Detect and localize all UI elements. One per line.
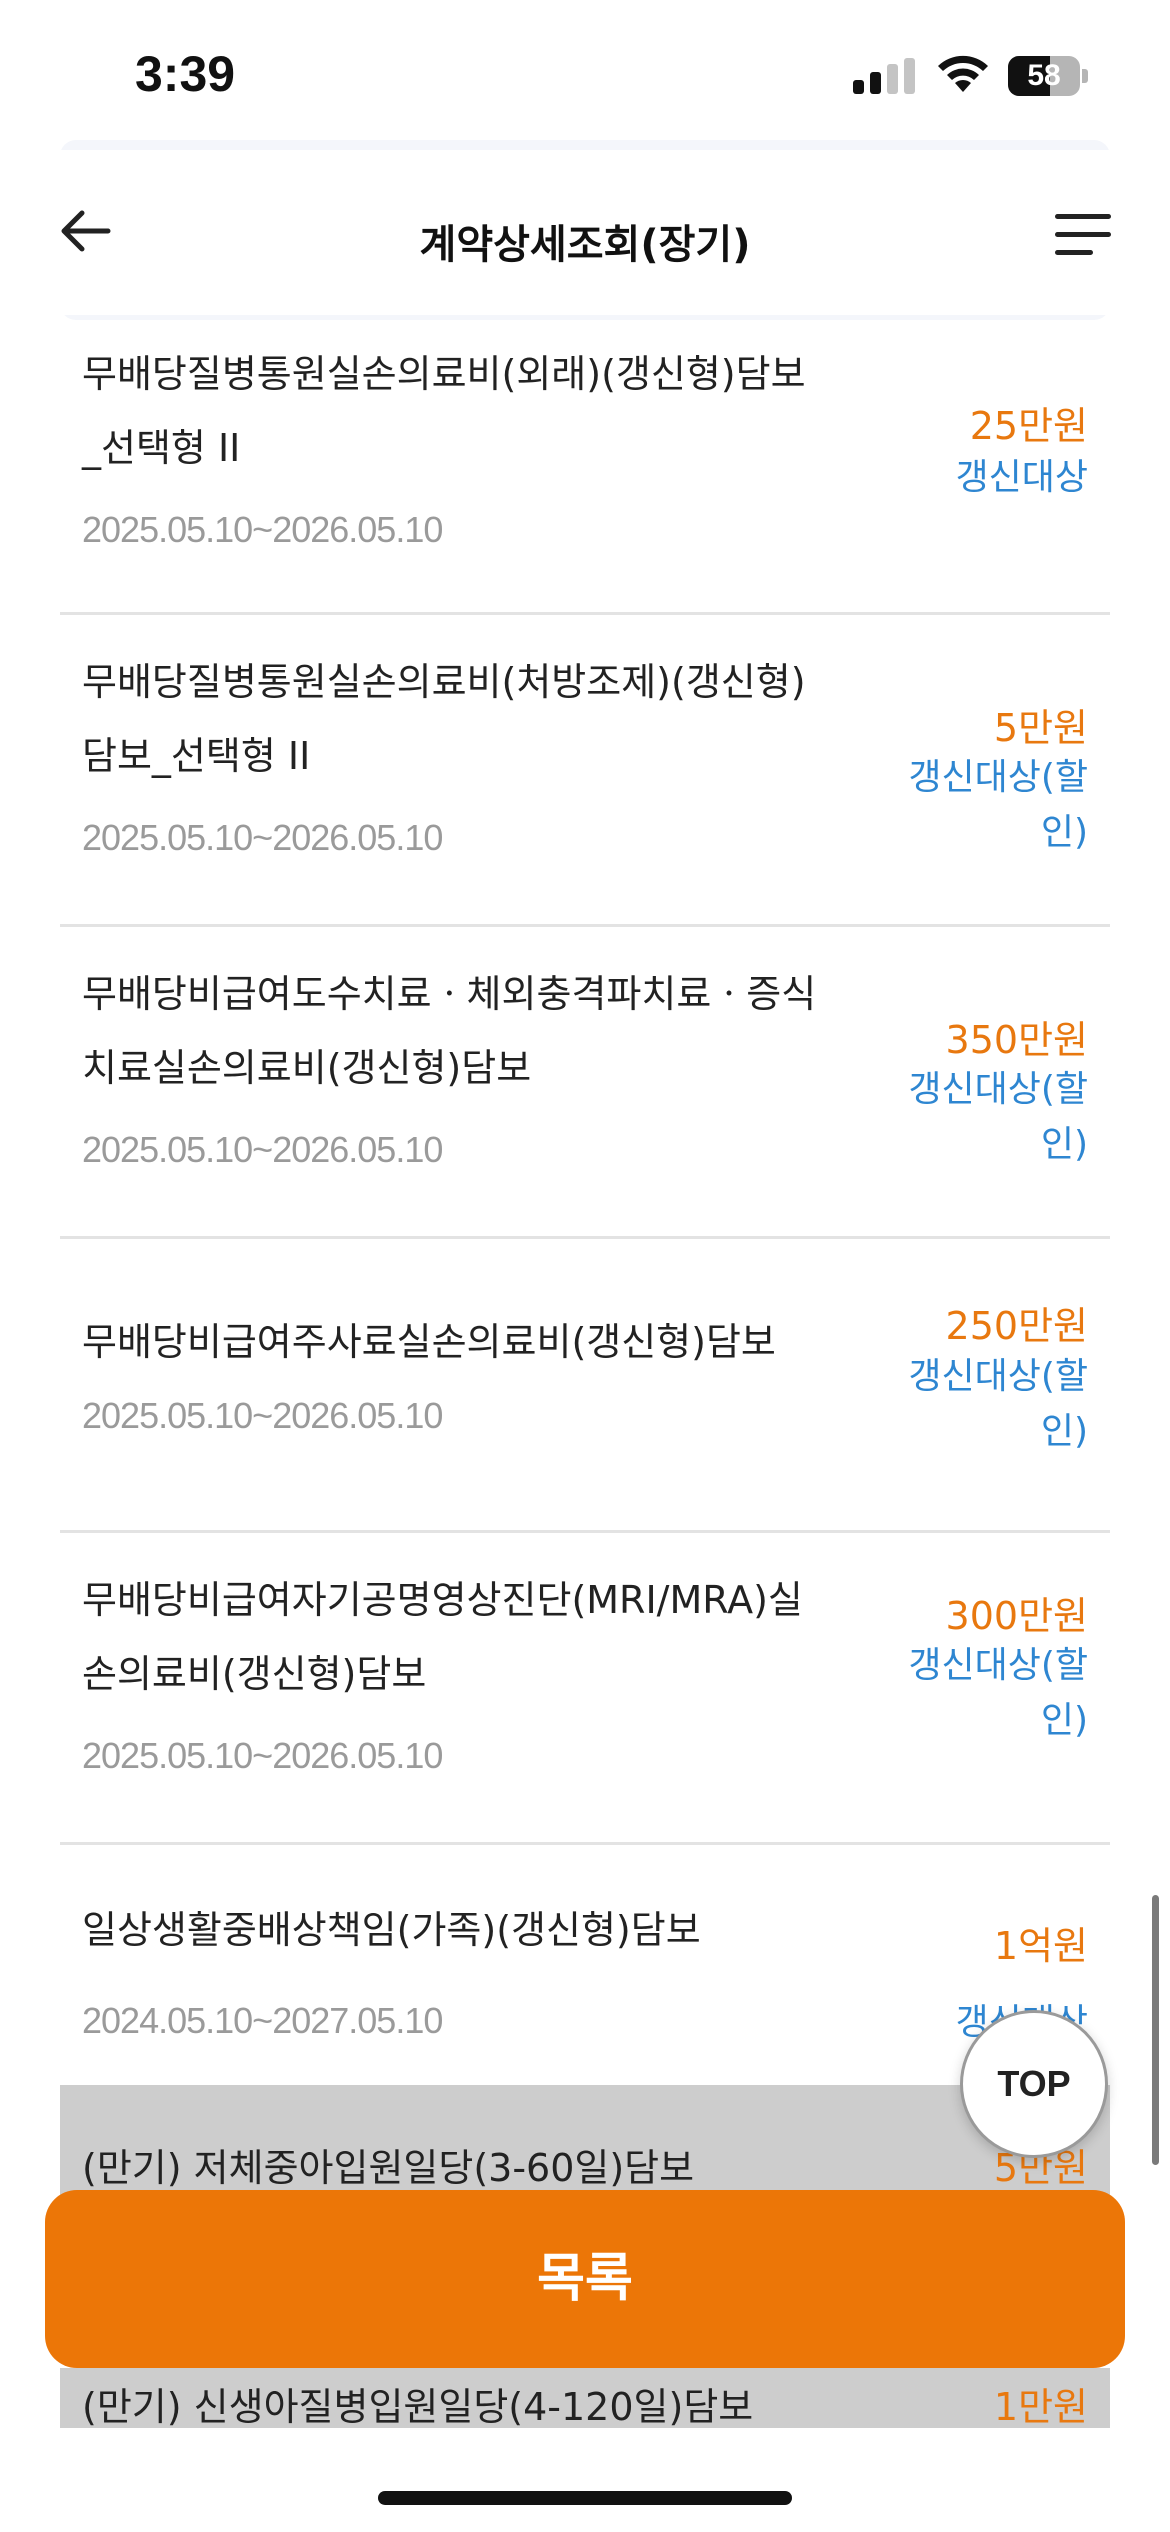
renewal-status: 갱신대상(할 인) [908,1356,1088,1452]
coverage-amount: 300만원 [945,1594,1088,1638]
matured-item[interactable]: (만기) 신생아질병입원일당(4-120일)담보 1만원 [60,2368,1110,2429]
list-item[interactable]: 무배당질병통원실손의료비(처방조제)(갱신형) 담보_선택형 II 2025.0… [60,615,1110,927]
list-item[interactable]: 일상생활중배상책임(가족)(갱신형)담보 2024.05.10~2027.05.… [60,1845,1110,2085]
app-header: 계약상세조회(장기) [0,150,1170,315]
coverage-period: 2025.05.10~2026.05.10 [82,509,443,550]
page-title: 계약상세조회(장기) [419,222,751,268]
status-time: 3:39 [135,46,236,102]
matured-title: (만기) 신생아질병입원일당(4-120일)담보 [82,2385,754,2429]
coverage-title: 무배당질병통원실손의료비(외래)(갱신형)담보 _선택형 II [82,352,806,470]
scrollbar[interactable] [1152,1895,1159,2165]
coverage-title: 무배당비급여도수치료ㆍ체외충격파치료ㆍ증식 치료실손의료비(갱신형)담보 [82,972,817,1090]
coverage-title: 무배당비급여주사료실손의료비(갱신형)담보 [82,1320,776,1364]
cellular-signal-icon [853,58,915,94]
renewal-status: 갱신대상(할 인) [908,757,1088,853]
coverage-title: 무배당비급여자기공명영상진단(MRI/MRA)실 손의료비(갱신형)담보 [82,1578,803,1696]
list-item[interactable]: 무배당비급여주사료실손의료비(갱신형)담보 2025.05.10~2026.05… [60,1239,1110,1533]
renewal-status: 갱신대상 [955,457,1088,498]
coverage-amount: 1억원 [993,1924,1088,1968]
scroll-to-top-button[interactable]: TOP [960,2010,1108,2158]
list-button[interactable]: 목록 [45,2190,1125,2368]
coverage-period: 2024.05.10~2027.05.10 [82,2000,443,2041]
coverage-title: 일상생활중배상책임(가족)(갱신형)담보 [82,1908,701,1952]
list-item[interactable]: 무배당비급여자기공명영상진단(MRI/MRA)실 손의료비(갱신형)담보 202… [60,1533,1110,1845]
battery-icon: 58 [1008,56,1088,96]
list-item[interactable]: 무배당질병통원실손의료비(외래)(갱신형)담보 _선택형 II 2025.05.… [60,315,1110,615]
coverage-period: 2025.05.10~2026.05.10 [82,1735,443,1776]
renewal-status: 갱신대상(할 인) [908,1069,1088,1165]
home-indicator[interactable] [378,2491,792,2505]
status-bar: 3:39 58 [0,0,1170,150]
coverage-title: 무배당질병통원실손의료비(처방조제)(갱신형) 담보_선택형 II [82,660,806,778]
matured-title: (만기) 저체중아입원일당(3-60일)담보 [82,2146,695,2190]
renewal-status: 갱신대상(할 인) [908,1645,1088,1741]
matured-item[interactable]: (만기) 저체중아입원일당(3-60일)담보 5만원 [60,2085,1110,2195]
coverage-period: 2025.05.10~2026.05.10 [82,1395,443,1436]
list-item[interactable]: 무배당비급여도수치료ㆍ체외충격파치료ㆍ증식 치료실손의료비(갱신형)담보 202… [60,927,1110,1239]
coverage-period: 2025.05.10~2026.05.10 [82,817,443,858]
hamburger-menu-icon[interactable] [1055,210,1113,258]
coverage-period: 2025.05.10~2026.05.10 [82,1129,443,1170]
coverage-amount: 5만원 [993,706,1088,750]
matured-amount: 1만원 [993,2385,1088,2429]
coverage-amount: 350만원 [945,1018,1088,1062]
wifi-icon [938,55,988,92]
coverage-amount: 25만원 [969,404,1088,448]
battery-level: 58 [1027,59,1061,92]
coverage-amount: 250만원 [945,1304,1088,1348]
